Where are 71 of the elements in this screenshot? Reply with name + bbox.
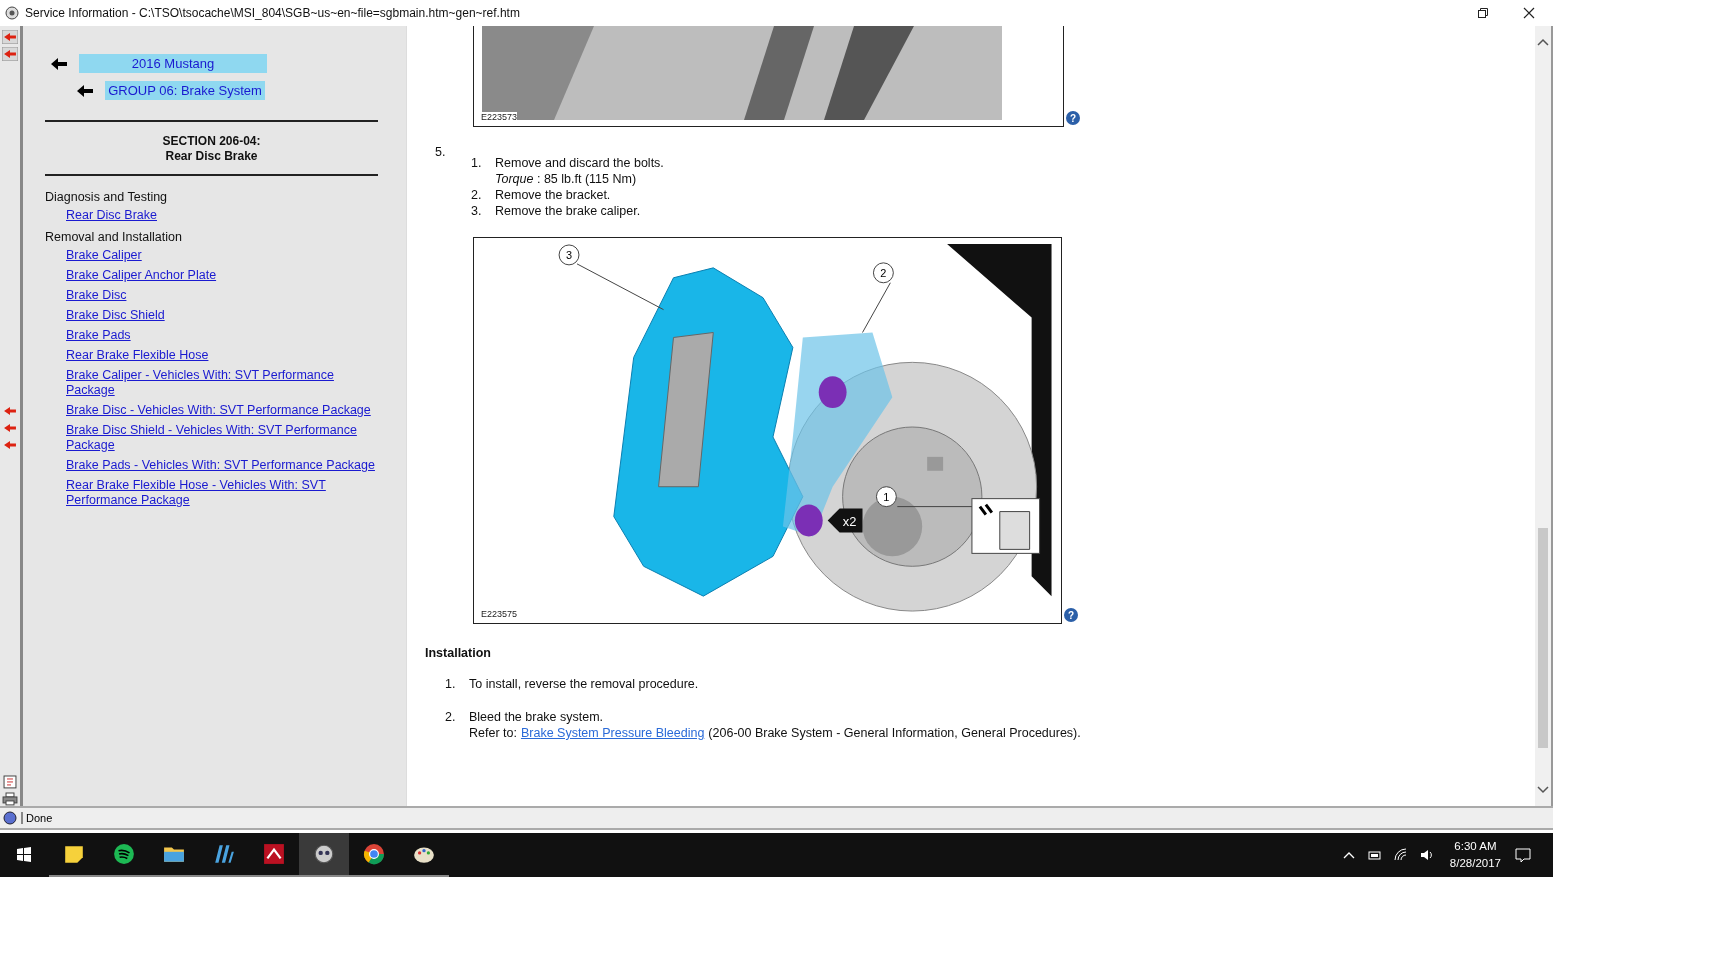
- taskbar-app[interactable]: [299, 833, 349, 877]
- help-icon[interactable]: ?: [1066, 111, 1080, 125]
- instruction-text: Remove and discard the bolts.: [495, 155, 664, 171]
- step-number: 5.: [434, 145, 447, 161]
- section-code: SECTION 206-04:: [162, 134, 261, 149]
- notification-icon[interactable]: [1515, 847, 1531, 863]
- browser-icon: [363, 843, 385, 865]
- procedure-link[interactable]: Brake Caliper: [45, 248, 376, 263]
- group-heading: Removal and Installation: [45, 230, 183, 244]
- window-title: Service Information - C:\TSO\tsocache\MSI_804\SGB~us~en~file=sgbmain.htm~gen~ref.htm: [25, 6, 521, 20]
- note-icon: [63, 843, 85, 865]
- battery-icon[interactable]: [1367, 848, 1382, 862]
- back-arrow-icon[interactable]: [77, 84, 93, 97]
- globe-icon: [3, 811, 17, 825]
- instruction-text: Remove the brake caliper.: [495, 203, 641, 219]
- list-number: 3.: [470, 203, 483, 219]
- back-arrow-icon[interactable]: [51, 57, 67, 70]
- figure-id: E223575: [481, 609, 518, 619]
- instruction-text: Bleed the brake system.: [469, 709, 605, 725]
- group-heading: Diagnosis and Testing: [45, 190, 169, 204]
- procedure-link[interactable]: Brake Disc Shield - Vehicles With: SVT Performance Package: [45, 423, 376, 453]
- help-icon[interactable]: ?: [1064, 608, 1078, 622]
- callout-marker: 1: [875, 486, 897, 508]
- list-number: 2.: [470, 187, 483, 203]
- book-icon[interactable]: [2, 775, 18, 790]
- section-title: Rear Disc Brake: [165, 149, 258, 164]
- list-number: 1.: [470, 155, 483, 172]
- list-number: 2.: [444, 709, 457, 726]
- procedure-link[interactable]: Rear Disc Brake: [45, 208, 376, 223]
- callout-marker: 2: [872, 262, 894, 284]
- procedure-link[interactable]: Brake Caliper - Vehicles With: SVT Performance Package: [45, 368, 376, 398]
- breadcrumb-link[interactable]: GROUP 06: Brake System: [105, 81, 265, 100]
- music-icon: [113, 843, 135, 865]
- procedure-link[interactable]: Brake Pads - Vehicles With: SVT Performance Package: [45, 458, 376, 473]
- bars-icon: [213, 843, 235, 865]
- app-icon: [5, 6, 19, 20]
- scrollbar[interactable]: [1535, 26, 1551, 806]
- scroll-up-icon[interactable]: [1537, 38, 1549, 46]
- printer-icon[interactable]: [2, 792, 18, 806]
- torque-spec: Torque : 85 lb.ft (115 Nm): [495, 171, 638, 187]
- discard-bin-icon: [971, 498, 1041, 554]
- close-icon[interactable]: [1523, 7, 1535, 19]
- list-number: 1.: [444, 676, 457, 692]
- procedure-link[interactable]: Brake Disc: [45, 288, 376, 303]
- volume-icon[interactable]: [1419, 848, 1434, 862]
- restore-icon[interactable]: [1477, 7, 1489, 19]
- section-heading: Installation: [425, 646, 492, 660]
- breadcrumb-link[interactable]: 2016 Mustang: [79, 54, 267, 73]
- app-icon: [313, 843, 335, 865]
- instruction-text: To install, reverse the removal procedure.: [469, 676, 699, 692]
- quantity-label: x2: [827, 508, 863, 533]
- clock[interactable]: 6:30 AM 8/28/2017: [1449, 838, 1501, 872]
- windows-start-icon[interactable]: [14, 845, 34, 865]
- procedure-link[interactable]: Brake System Pressure Bleeding: [520, 725, 705, 741]
- procedure-link[interactable]: Brake Caliper Anchor Plate: [45, 268, 376, 283]
- wifi-icon[interactable]: [1393, 848, 1408, 862]
- status-text: Done: [21, 812, 53, 824]
- figure-id: E223573: [481, 112, 518, 122]
- reference-text: (206-00 Brake System - General Information, General Procedures).: [708, 725, 1081, 741]
- procedure-link[interactable]: Rear Brake Flexible Hose: [45, 348, 376, 363]
- procedure-link[interactable]: Brake Disc Shield: [45, 308, 376, 323]
- instruction-text: Remove the bracket.: [495, 187, 611, 203]
- callout-marker: 3: [558, 244, 580, 266]
- app-icon: [263, 843, 285, 865]
- procedure-link[interactable]: Rear Brake Flexible Hose - Vehicles With: SVT Performance Package: [45, 478, 376, 508]
- refer-label: Refer to:: [469, 725, 517, 741]
- scroll-thumb[interactable]: [1538, 528, 1548, 748]
- procedure-link[interactable]: Brake Pads: [45, 328, 376, 343]
- scroll-down-icon[interactable]: [1537, 786, 1549, 794]
- procedure-link[interactable]: Brake Disc - Vehicles With: SVT Performance Package: [45, 403, 376, 418]
- leader-line: [862, 282, 891, 333]
